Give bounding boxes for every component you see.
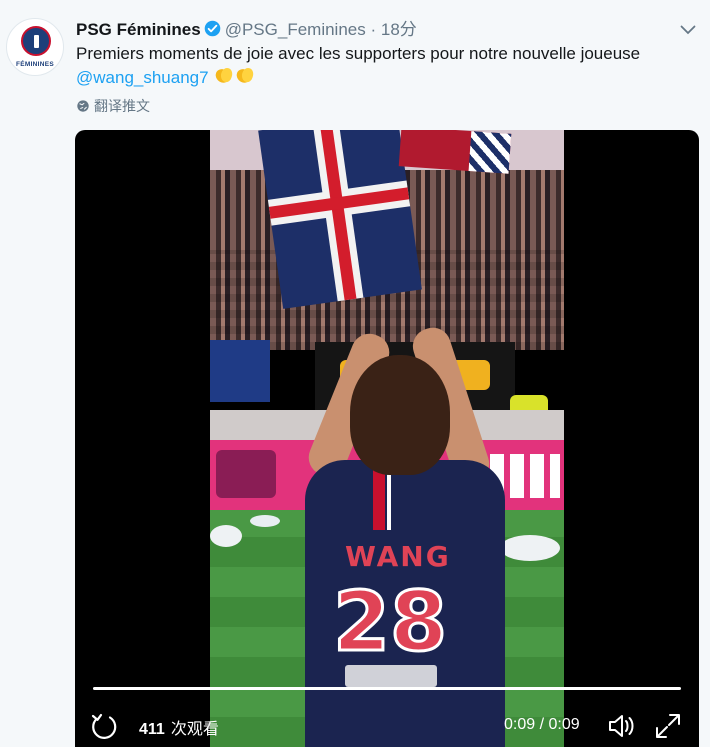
chevron-down-icon[interactable] (680, 22, 696, 40)
replay-icon[interactable] (89, 711, 119, 746)
psg-crest-logo (21, 26, 51, 56)
tweet: FÉMININES PSG Féminines @PSG_Feminines · … (0, 0, 710, 747)
jersey-name: WANG (345, 540, 451, 573)
view-count-number: 411 (139, 721, 165, 738)
view-count: 411 次观看 (139, 715, 219, 739)
volume-icon[interactable] (606, 711, 636, 746)
globe-icon (77, 100, 89, 112)
view-count-label: 次观看 (170, 721, 219, 738)
translate-label: 翻译推文 (94, 98, 150, 114)
separator-dot: · (370, 20, 377, 39)
translate-tweet-button[interactable]: 翻译推文 (76, 96, 150, 116)
jersey-sponsor (345, 665, 437, 687)
d1-logo (216, 450, 276, 498)
video-progress-bar[interactable] (93, 687, 681, 690)
tweet-header: PSG Féminines @PSG_Feminines · 18分 (76, 15, 417, 39)
video-player[interactable]: WANG 28 411 次观看 0:09 / 0:09 (75, 130, 699, 747)
tweet-timestamp[interactable]: 18分 (381, 20, 417, 39)
avatar-caption: FÉMININES (15, 61, 55, 68)
player-jersey: WANG 28 (305, 460, 505, 747)
clapping-hands-icon (235, 66, 255, 86)
confetti-pile (500, 535, 560, 561)
confetti-pile (250, 515, 280, 527)
display-name[interactable]: PSG Féminines (76, 20, 201, 39)
video-timecode: 0:09 / 0:09 (504, 716, 580, 734)
waving-flag (258, 130, 422, 309)
user-handle[interactable]: @PSG_Feminines (225, 20, 366, 39)
supporter-banner-left (210, 340, 270, 402)
video-controls: 411 次观看 0:09 / 0:09 (75, 705, 699, 747)
clapping-hands-icon (214, 66, 234, 86)
tweet-body: Premiers moments de joie avec les suppor… (76, 44, 641, 63)
video-frame[interactable]: WANG 28 (210, 130, 564, 747)
time-total: 0:09 (548, 716, 580, 733)
supporter-flag (398, 130, 512, 174)
fullscreen-icon[interactable] (653, 711, 683, 746)
player-head (350, 355, 450, 475)
profile-avatar[interactable]: FÉMININES (6, 18, 64, 76)
tweet-text: Premiers moments de joie avec les suppor… (76, 42, 676, 90)
jersey-number: 28 (331, 574, 448, 672)
confetti-pile (210, 525, 242, 547)
mention-link[interactable]: @wang_shuang7 (76, 68, 209, 87)
time-separator: / (539, 716, 545, 733)
verified-badge-icon (204, 20, 221, 42)
time-current: 0:09 (504, 716, 536, 733)
